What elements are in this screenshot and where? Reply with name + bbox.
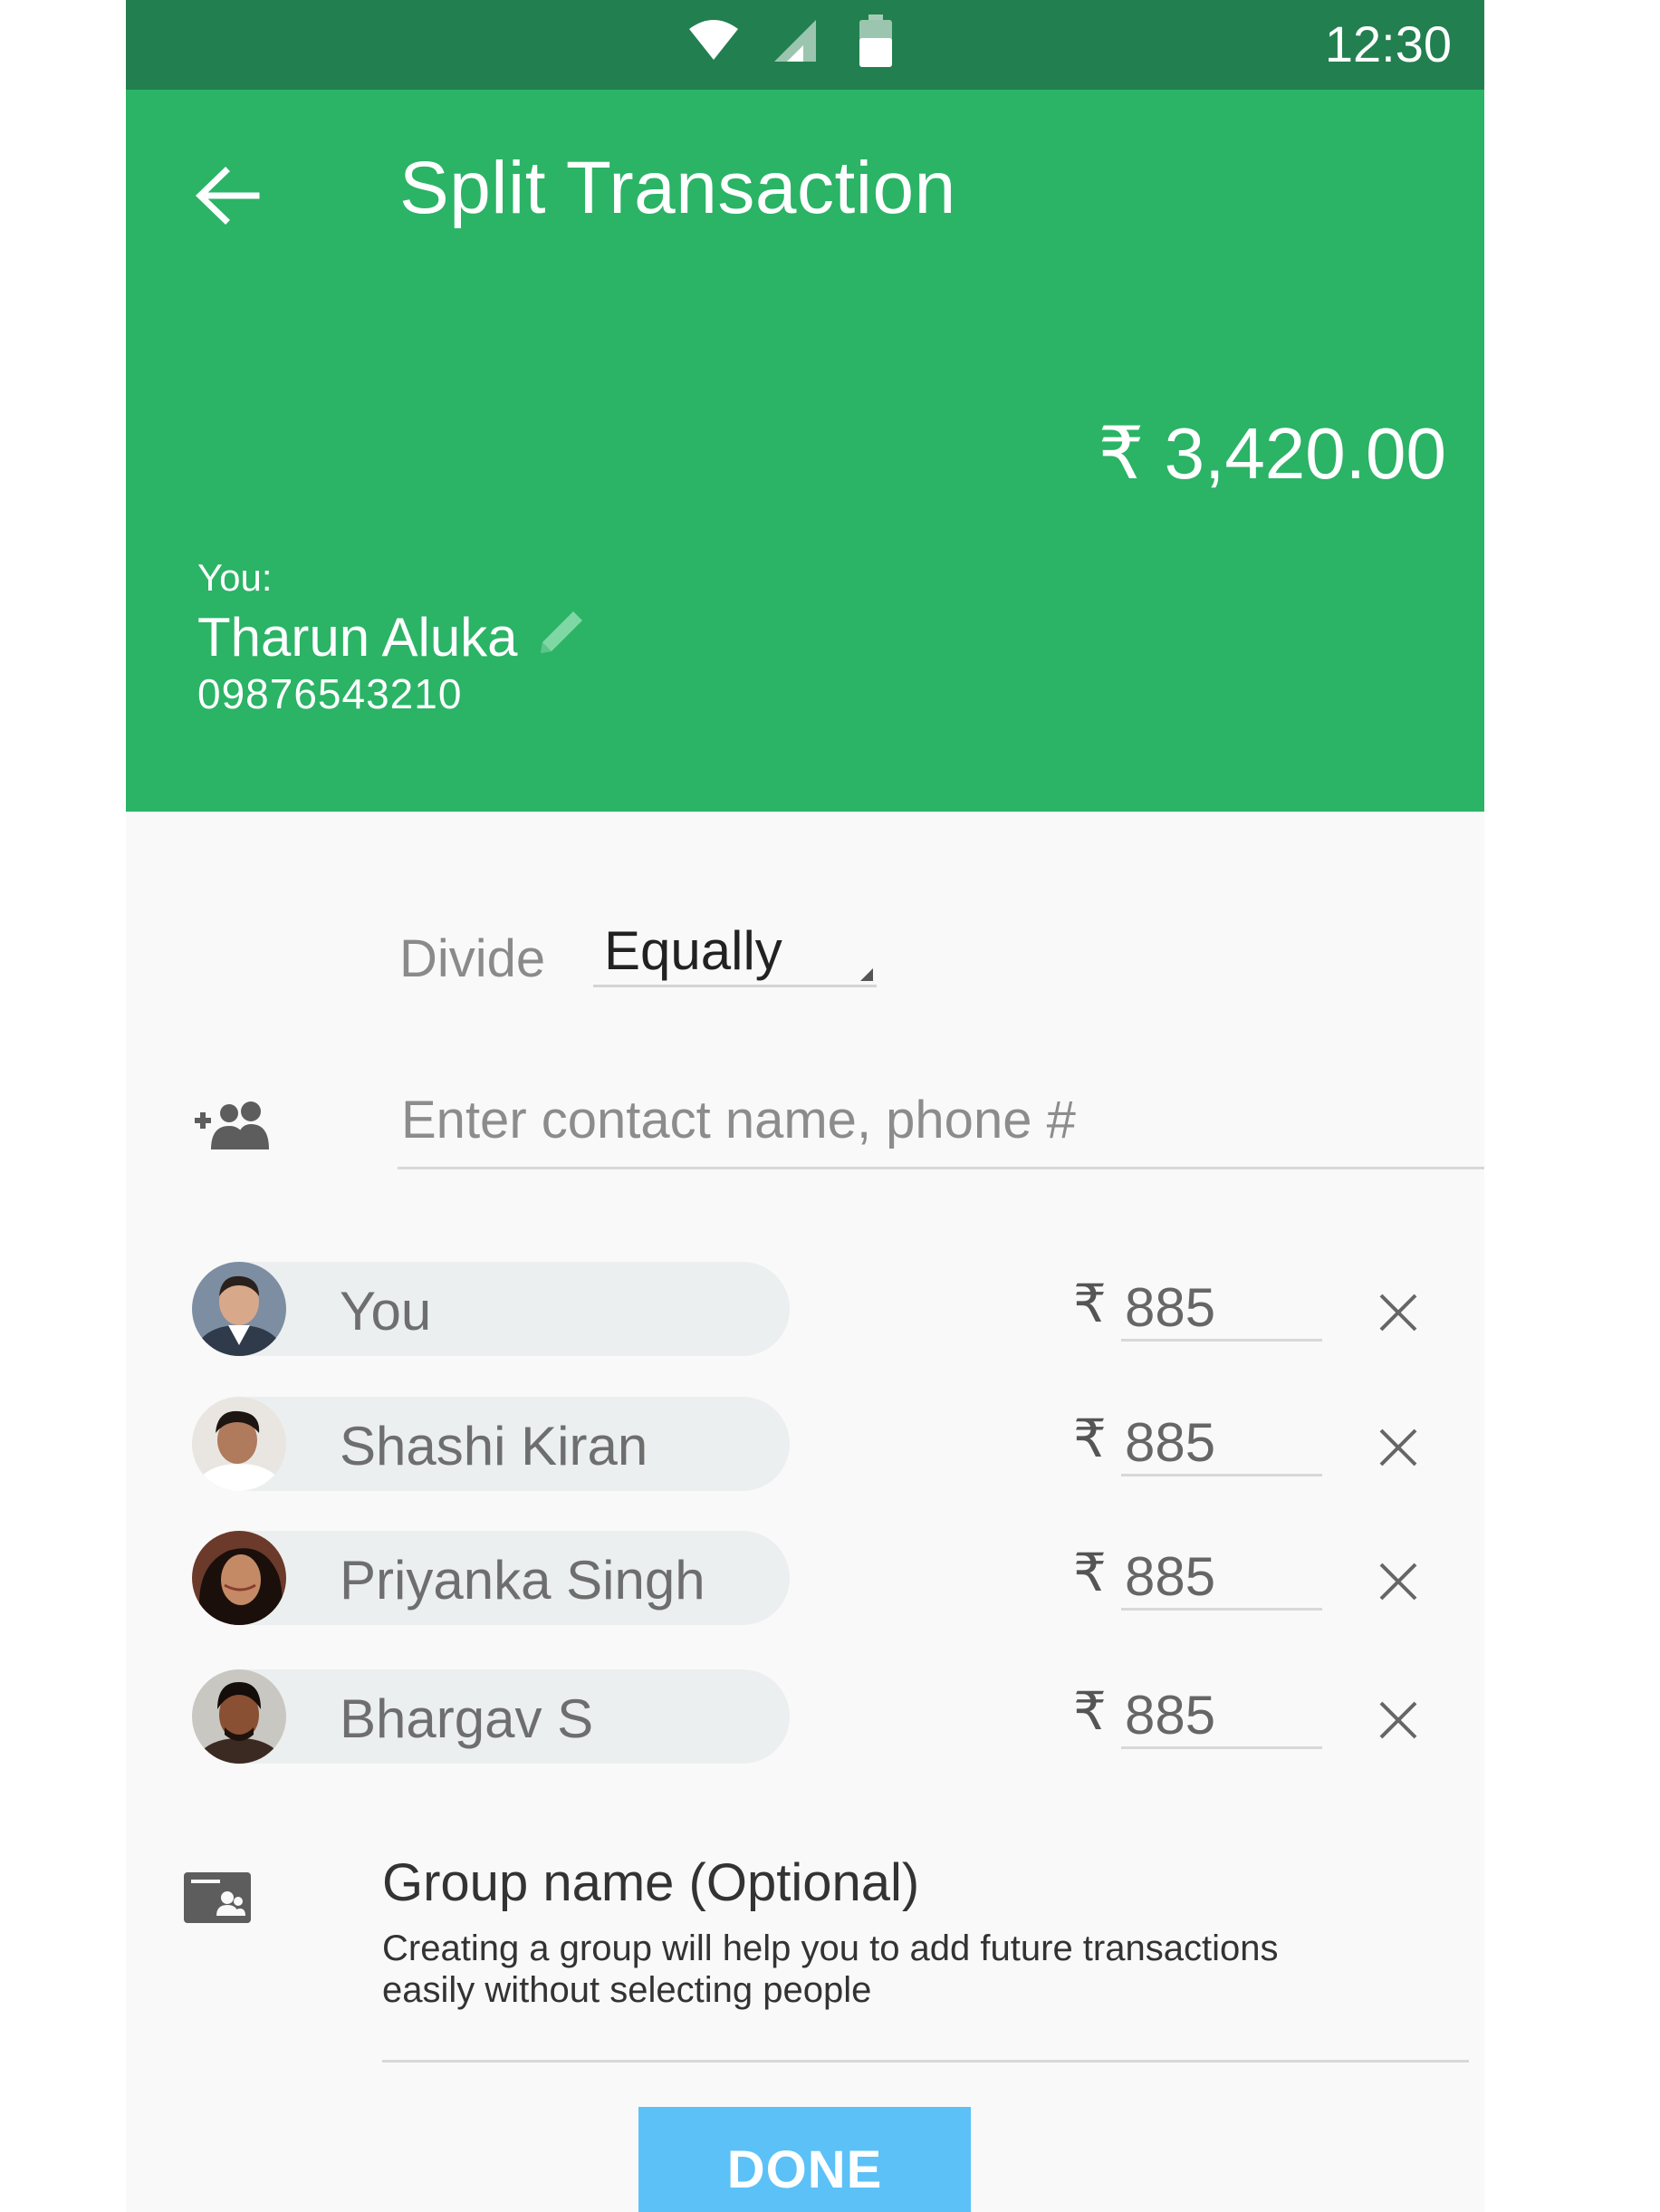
participant-row: Shashi Kiran ₹ 885 — [126, 1397, 1484, 1491]
add-group-contact-icon[interactable] — [191, 1099, 273, 1153]
page-title: Split Transaction — [399, 147, 956, 229]
avatar — [192, 1262, 286, 1356]
participant-name: You — [340, 1281, 432, 1342]
group-name-underline — [382, 2060, 1469, 2063]
contact-search-input[interactable] — [398, 1073, 1484, 1169]
divide-label: Divide — [399, 929, 546, 988]
status-time: 12:30 — [1324, 15, 1452, 72]
rupee-icon: ₹ — [1073, 1274, 1107, 1333]
battery-icon — [859, 14, 892, 67]
avatar — [192, 1669, 286, 1764]
user-name: Tharun Aluka — [197, 607, 518, 668]
cell-signal-icon — [774, 20, 816, 62]
close-icon[interactable] — [1377, 1561, 1419, 1602]
dropdown-caret-icon — [860, 968, 873, 981]
rupee-icon: ₹ — [1073, 1682, 1107, 1741]
participant-row: Priyanka Singh ₹ 885 — [126, 1531, 1484, 1625]
edit-pencil-icon[interactable] — [533, 604, 590, 660]
participant-name: Shashi Kiran — [340, 1416, 648, 1476]
done-button[interactable]: DONE — [638, 2107, 971, 2212]
phone-screen: 12:30 Split Transaction ₹ 3,420.00 You: … — [126, 0, 1484, 2212]
participant-row: Bhargav S ₹ 885 — [126, 1669, 1484, 1764]
close-icon[interactable] — [1377, 1699, 1419, 1741]
user-phone: 09876543210 — [197, 670, 463, 717]
divide-mode-value: Equally — [604, 920, 782, 981]
avatar — [192, 1531, 286, 1625]
rupee-icon: ₹ — [1073, 1544, 1107, 1602]
close-icon[interactable] — [1377, 1427, 1419, 1468]
status-bar: 12:30 — [126, 0, 1484, 90]
rupee-icon: ₹ — [1073, 1409, 1107, 1468]
you-label: You: — [197, 556, 273, 599]
share-amount-field[interactable]: 885 — [1121, 1411, 1322, 1476]
participant-name: Bhargav S — [340, 1688, 594, 1749]
share-amount-field[interactable]: 885 — [1121, 1545, 1322, 1611]
group-help-text: Creating a group will help you to add fu… — [382, 1928, 1279, 2010]
close-icon[interactable] — [1377, 1292, 1419, 1333]
app-bar: Split Transaction ₹ 3,420.00 You: Tharun… — [126, 90, 1484, 812]
share-amount-field[interactable]: 885 — [1121, 1276, 1322, 1342]
avatar — [192, 1397, 286, 1491]
wifi-icon — [689, 20, 738, 60]
participant-name: Priyanka Singh — [340, 1550, 705, 1611]
total-amount: ₹ 3,420.00 — [1098, 413, 1446, 494]
share-amount-field[interactable]: 885 — [1121, 1684, 1322, 1749]
back-arrow-icon[interactable] — [193, 162, 260, 229]
contact-card-icon — [184, 1872, 251, 1923]
divide-mode-dropdown[interactable]: Equally — [593, 919, 877, 987]
participant-row: You ₹ 885 — [126, 1262, 1484, 1356]
group-name-label[interactable]: Group name (Optional) — [382, 1852, 919, 1913]
